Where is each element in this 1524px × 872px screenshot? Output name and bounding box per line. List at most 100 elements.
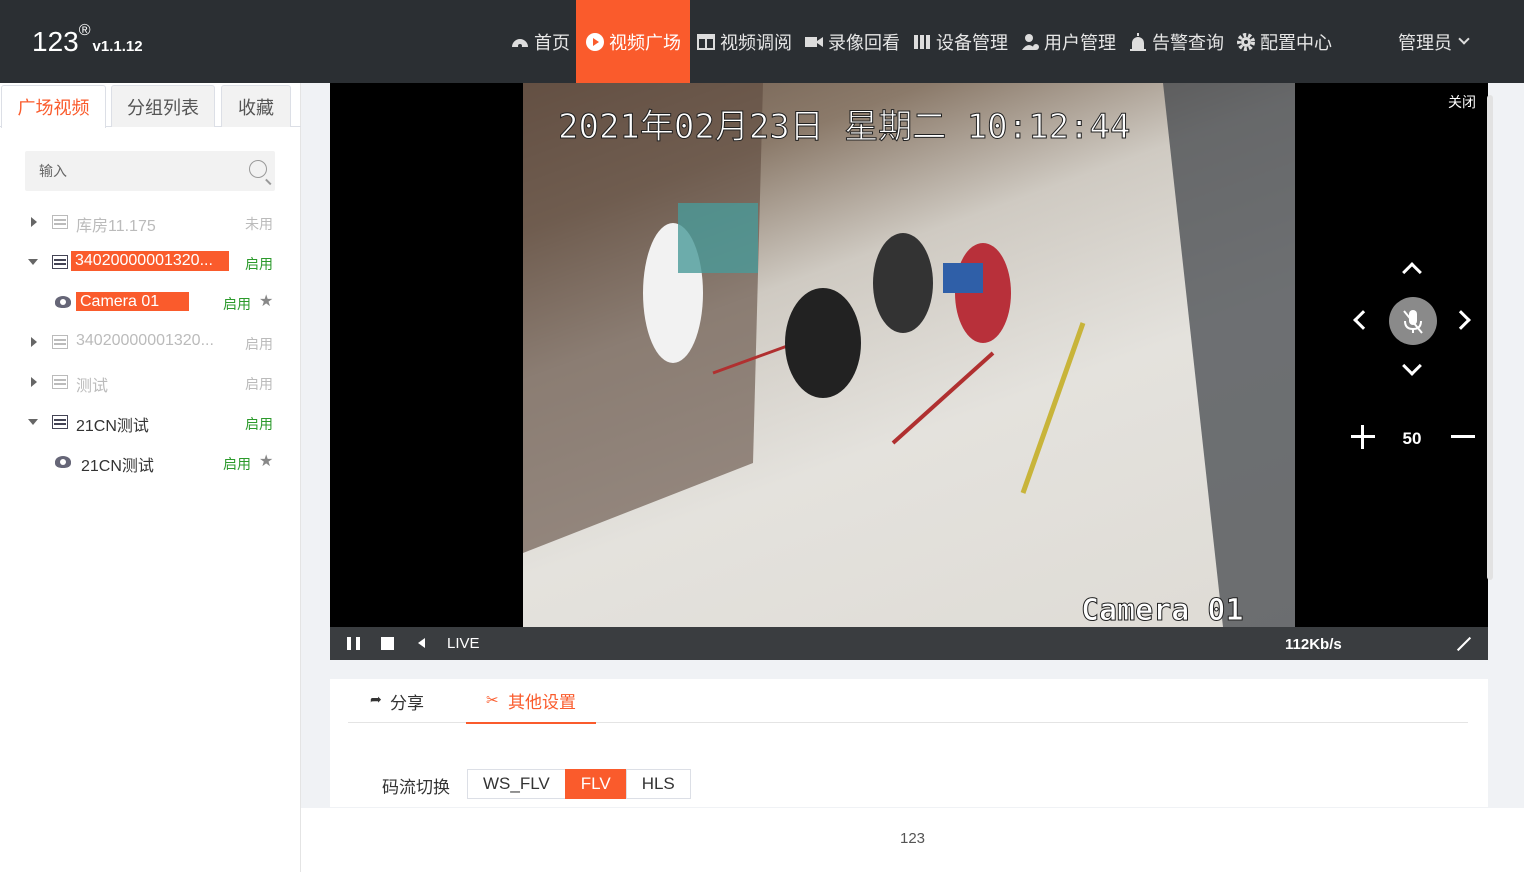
- device-icon: [52, 375, 68, 389]
- star-icon[interactable]: ★: [259, 454, 275, 470]
- status-label: 启用: [245, 256, 273, 272]
- nav-config[interactable]: 配置中心: [1230, 0, 1338, 83]
- footer: 123: [301, 808, 1524, 872]
- tree-node-device[interactable]: 测试 启用: [0, 367, 300, 397]
- status-label: 启用: [245, 416, 273, 432]
- devices-icon: [912, 32, 932, 52]
- video-player[interactable]: 2021年02月23日 星期二 10:12:44 Camera 01 关闭 50…: [330, 83, 1488, 660]
- tree-node-label: Camera 01: [76, 292, 189, 311]
- volume-icon[interactable]: [418, 638, 425, 648]
- live-indicator: LIVE: [447, 635, 480, 652]
- camera-feed-image: 2021年02月23日 星期二 10:12:44 Camera 01: [523, 83, 1295, 629]
- camera-icon: [55, 456, 71, 468]
- stream-switch-group: WS_FLV FLV HLS: [467, 769, 691, 799]
- gear-icon: [1236, 32, 1256, 52]
- registered-mark: ®: [78, 21, 91, 39]
- share-icon: [370, 691, 384, 708]
- tab-group-list[interactable]: 分组列表: [111, 85, 215, 127]
- tree-node-device[interactable]: 库房11.175 未用: [0, 207, 300, 237]
- settings-panel: 分享 ✂ 其他设置 码流切换 WS_FLV FLV HLS: [330, 679, 1488, 807]
- status-label: 启用: [245, 336, 273, 352]
- nav-label: 设备管理: [936, 32, 1008, 53]
- caret-right-icon[interactable]: [31, 377, 37, 387]
- stream-switch-label: 码流切换: [382, 778, 450, 797]
- tab-square-video[interactable]: 广场视频: [1, 85, 106, 128]
- bitrate-readout: 112Kb/s: [1285, 636, 1342, 653]
- top-header: 123®v1.1.12 首页 视频广场 视频调阅 录像回看 设备管理 用户管理: [0, 0, 1524, 83]
- nav-playback[interactable]: 录像回看: [798, 0, 906, 83]
- tree-node-label: 库房11.175: [76, 218, 156, 235]
- status-label: 启用: [223, 296, 251, 312]
- pause-icon[interactable]: [347, 637, 360, 650]
- sidebar: 广场视频 分组列表 收藏 库房11.175 未用 34020000001320.…: [0, 83, 301, 872]
- close-button[interactable]: 关闭: [1448, 92, 1476, 112]
- user-menu[interactable]: 管理员: [1398, 0, 1470, 83]
- caret-down-icon[interactable]: [28, 419, 38, 425]
- svg-text:Camera 01: Camera 01: [1081, 593, 1244, 627]
- sidebar-tabs: 广场视频 分组列表 收藏: [0, 85, 301, 128]
- tab-share[interactable]: 分享: [370, 679, 424, 723]
- search-box: [25, 151, 275, 191]
- tree-node-device[interactable]: 34020000001320... 启用: [0, 327, 300, 357]
- status-label: 启用: [223, 456, 251, 472]
- mic-muted-button[interactable]: [1389, 297, 1437, 345]
- status-label: 启用: [245, 376, 273, 392]
- nav-devices[interactable]: 设备管理: [906, 0, 1014, 83]
- tab-label: 其他设置: [508, 693, 576, 712]
- nav-alarms[interactable]: 告警查询: [1122, 0, 1230, 83]
- brand-name: 123: [32, 26, 79, 57]
- player-controls: LIVE 112Kb/s: [330, 627, 1488, 660]
- main-nav: 首页 视频广场 视频调阅 录像回看 设备管理 用户管理 告警查询 配置中心: [504, 0, 1338, 83]
- user-icon: [1020, 32, 1040, 52]
- caret-right-icon[interactable]: [31, 337, 37, 347]
- tree-node-label: 34020000001320...: [76, 332, 214, 349]
- tools-icon: ✂: [486, 691, 499, 709]
- play-icon: [585, 32, 605, 52]
- stream-ws-flv-button[interactable]: WS_FLV: [467, 769, 566, 799]
- nav-label: 首页: [534, 32, 570, 53]
- search-icon[interactable]: [249, 160, 267, 178]
- caret-right-icon[interactable]: [31, 217, 37, 227]
- brand-logo[interactable]: 123®v1.1.12: [32, 22, 143, 58]
- zoom-out-icon[interactable]: [1451, 425, 1475, 449]
- ptz-up-icon[interactable]: [1402, 262, 1422, 282]
- chevron-down-icon: [1458, 32, 1470, 45]
- tree-node-label: 21CN测试: [76, 418, 149, 435]
- tree-node-label: 34020000001320...: [71, 251, 229, 271]
- stop-icon[interactable]: [381, 637, 394, 650]
- alarm-icon: [1128, 32, 1148, 52]
- ptz-right-icon[interactable]: [1451, 310, 1471, 330]
- zoom-in-icon[interactable]: [1351, 425, 1375, 449]
- device-icon: [52, 335, 68, 349]
- svg-text:2021年02月23日 星期二 10:12:44: 2021年02月23日 星期二 10:12:44: [558, 107, 1130, 147]
- fullscreen-icon[interactable]: [1455, 637, 1469, 651]
- tree-node-device[interactable]: 21CN测试 启用: [0, 407, 300, 437]
- camera-icon: [55, 296, 71, 308]
- nav-home[interactable]: 首页: [504, 0, 576, 83]
- device-icon: [52, 255, 68, 269]
- tree-node-label: 测试: [76, 378, 109, 395]
- tree-node-label: 21CN测试: [81, 458, 154, 475]
- dashboard-icon: [510, 32, 530, 52]
- scrollbar[interactable]: [1487, 95, 1493, 580]
- caret-down-icon[interactable]: [28, 259, 38, 265]
- star-icon[interactable]: ★: [259, 294, 275, 310]
- stream-flv-button[interactable]: FLV: [564, 769, 627, 799]
- ptz-left-icon[interactable]: [1353, 310, 1373, 330]
- stream-hls-button[interactable]: HLS: [625, 769, 691, 799]
- zoom-speed-value: 50: [1402, 429, 1422, 448]
- ptz-down-icon[interactable]: [1402, 356, 1422, 376]
- panel-tabs: 分享 ✂ 其他设置: [348, 679, 1468, 724]
- tab-other-settings[interactable]: ✂ 其他设置: [466, 679, 596, 724]
- nav-video-square[interactable]: 视频广场: [576, 0, 690, 83]
- tree-node-camera[interactable]: Camera 01 启用 ★: [0, 287, 300, 317]
- nav-label: 告警查询: [1152, 32, 1224, 53]
- tab-favorites[interactable]: 收藏: [221, 85, 291, 127]
- tree-node-device[interactable]: 34020000001320... 启用: [0, 247, 300, 277]
- search-input[interactable]: [25, 151, 225, 191]
- nav-label: 配置中心: [1260, 32, 1332, 53]
- mic-off-icon: [1403, 310, 1423, 334]
- tree-node-camera[interactable]: 21CN测试 启用 ★: [0, 447, 300, 477]
- nav-users[interactable]: 用户管理: [1014, 0, 1122, 83]
- nav-video-browse[interactable]: 视频调阅: [690, 0, 798, 83]
